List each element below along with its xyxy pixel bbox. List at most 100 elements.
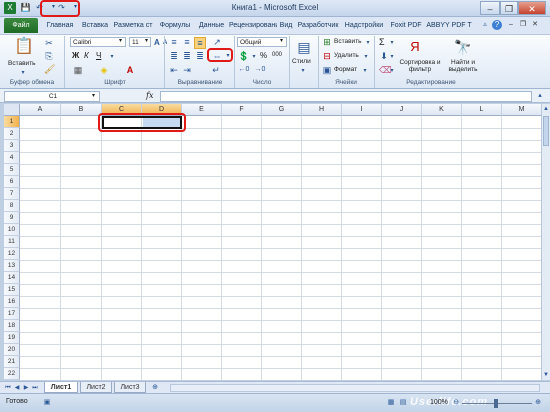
bold-button[interactable]: Ж <box>72 51 79 60</box>
font-color-icon[interactable]: A <box>124 65 136 75</box>
page-layout-view-icon[interactable]: ▤ <box>398 398 408 408</box>
format-cells-icon[interactable]: ▣ <box>322 65 332 75</box>
zoom-level[interactable]: 100% <box>430 399 448 406</box>
save-icon[interactable]: 💾 <box>20 2 31 13</box>
find-select-button[interactable]: Найти и выделить <box>444 59 482 73</box>
insert-dropdown-icon[interactable]: ▾ <box>364 38 372 48</box>
clear-dropdown-icon[interactable]: ▾ <box>388 66 396 76</box>
font-name-select[interactable]: Calibri <box>70 37 126 47</box>
workbook-close-icon[interactable]: ✕ <box>530 20 540 30</box>
autosum-button[interactable]: Σ <box>379 37 385 47</box>
row-header-5[interactable]: 5 <box>4 164 20 176</box>
fill-dropdown-icon[interactable]: ▾ <box>388 52 396 62</box>
tab-home[interactable]: Главная <box>42 19 78 32</box>
column-header-f[interactable]: F <box>222 104 262 116</box>
tab-view[interactable]: Вид <box>278 19 294 32</box>
borders-icon[interactable]: ▦ <box>72 65 84 75</box>
paste-button[interactable]: Вставить <box>8 60 36 67</box>
row-header-1[interactable]: 1 <box>4 116 20 128</box>
increase-indent-icon[interactable]: ⇥ <box>181 65 193 75</box>
sheet-tab-3[interactable]: Лист3 <box>114 382 146 393</box>
zoom-slider-thumb[interactable] <box>494 399 498 408</box>
tab-addins[interactable]: Надстройки <box>342 19 386 32</box>
last-sheet-icon[interactable]: ⏭ <box>31 383 39 393</box>
row-header-9[interactable]: 9 <box>4 212 20 224</box>
column-header-e[interactable]: E <box>182 104 222 116</box>
row-header-10[interactable]: 10 <box>4 224 20 236</box>
currency-dropdown-icon[interactable]: ▾ <box>251 52 257 62</box>
column-header-g[interactable]: G <box>262 104 302 116</box>
workbook-restore-icon[interactable]: ❐ <box>518 20 528 30</box>
row-header-7[interactable]: 7 <box>4 188 20 200</box>
sheet-tab-2[interactable]: Лист2 <box>80 382 112 393</box>
row-header-18[interactable]: 18 <box>4 320 20 332</box>
column-header-k[interactable]: K <box>422 104 462 116</box>
column-header-h[interactable]: H <box>302 104 342 116</box>
align-left-icon[interactable]: ≣ <box>168 51 180 61</box>
zoom-in-icon[interactable]: ⊕ <box>534 398 542 408</box>
wrap-text-icon[interactable]: ↵ <box>210 65 222 75</box>
autosum-dropdown-icon[interactable]: ▾ <box>388 38 396 48</box>
paste-icon[interactable]: 📋 <box>14 37 34 57</box>
row-header-3[interactable]: 3 <box>4 140 20 152</box>
tab-data[interactable]: Данные <box>195 19 228 32</box>
horizontal-scrollbar[interactable] <box>170 384 540 392</box>
row-header-12[interactable]: 12 <box>4 248 20 260</box>
row-header-21[interactable]: 21 <box>4 356 20 368</box>
currency-icon[interactable]: 💲 <box>238 51 250 61</box>
first-sheet-icon[interactable]: ⏮ <box>4 383 12 393</box>
sort-filter-icon[interactable]: Я <box>404 37 426 57</box>
sort-filter-button[interactable]: Сортировка и фильтр <box>398 59 442 73</box>
tab-insert[interactable]: Вставка <box>80 19 110 32</box>
close-button[interactable]: ✕ <box>518 1 546 15</box>
restore-button[interactable]: ❐ <box>500 1 518 15</box>
paste-dropdown-icon[interactable]: ▾ <box>18 68 28 78</box>
format-cells-button[interactable]: Формат <box>334 66 357 73</box>
formula-input[interactable] <box>160 91 532 102</box>
worksheet-grid[interactable]: ABCDEFGHIJKLM 1 2 3 4 5 6 7 8 9 10 11 12 13 14 15 16 17 1… <box>4 104 541 380</box>
prev-sheet-icon[interactable]: ◀ <box>13 383 21 393</box>
align-center-icon[interactable]: ≣ <box>181 51 193 61</box>
row-header-13[interactable]: 13 <box>4 260 20 272</box>
name-box-dropdown-icon[interactable]: ▾ <box>92 92 95 99</box>
delete-dropdown-icon[interactable]: ▾ <box>362 52 370 62</box>
copy-icon[interactable]: ⎘ <box>44 51 54 61</box>
tab-page-layout[interactable]: Разметка ст <box>112 19 154 32</box>
tab-formulas[interactable]: Формулы <box>156 19 194 32</box>
select-all-corner[interactable] <box>4 104 20 116</box>
row-header-15[interactable]: 15 <box>4 284 20 296</box>
tab-abbyy-pdf[interactable]: ABBYY PDF T <box>426 19 472 32</box>
font-name-dropdown-icon[interactable]: ▾ <box>119 37 122 44</box>
styles-dropdown-icon[interactable]: ▾ <box>299 66 307 76</box>
expand-formula-bar-icon[interactable]: ▴ <box>535 91 545 101</box>
tab-developer[interactable]: Разработчик <box>296 19 340 32</box>
align-top-icon[interactable]: ≡ <box>168 37 180 47</box>
insert-sheet-icon[interactable]: ⊕ <box>150 383 160 393</box>
next-sheet-icon[interactable]: ▶ <box>22 383 30 393</box>
tab-review[interactable]: Рецензирование <box>229 19 277 32</box>
vertical-scrollbar[interactable]: ▲ ▼ <box>541 104 550 380</box>
column-header-i[interactable]: I <box>342 104 382 116</box>
insert-cells-icon[interactable]: ⊞ <box>322 37 332 47</box>
column-header-b[interactable]: B <box>61 104 102 116</box>
row-header-20[interactable]: 20 <box>4 344 20 356</box>
column-header-l[interactable]: L <box>462 104 502 116</box>
styles-button[interactable]: Стили <box>292 58 311 65</box>
percent-button[interactable]: % <box>260 51 267 60</box>
scroll-thumb[interactable] <box>543 116 549 146</box>
delete-cells-icon[interactable]: ⊟ <box>322 51 332 61</box>
scroll-up-icon[interactable]: ▲ <box>542 104 550 114</box>
font-size-dropdown-icon[interactable]: ▾ <box>145 37 148 44</box>
decrease-indent-icon[interactable]: ⇤ <box>168 65 180 75</box>
align-bottom-icon[interactable]: ≡ <box>194 37 206 49</box>
format-dropdown-icon[interactable]: ▾ <box>361 66 369 76</box>
row-header-11[interactable]: 11 <box>4 236 20 248</box>
decrease-decimal-icon[interactable]: →0 <box>254 65 266 75</box>
row-header-16[interactable]: 16 <box>4 296 20 308</box>
row-header-17[interactable]: 17 <box>4 308 20 320</box>
grow-font-button[interactable]: A <box>154 38 160 47</box>
column-header-j[interactable]: J <box>382 104 422 116</box>
delete-cells-button[interactable]: Удалить <box>334 52 359 59</box>
row-header-2[interactable]: 2 <box>4 128 20 140</box>
row-header-4[interactable]: 4 <box>4 152 20 164</box>
